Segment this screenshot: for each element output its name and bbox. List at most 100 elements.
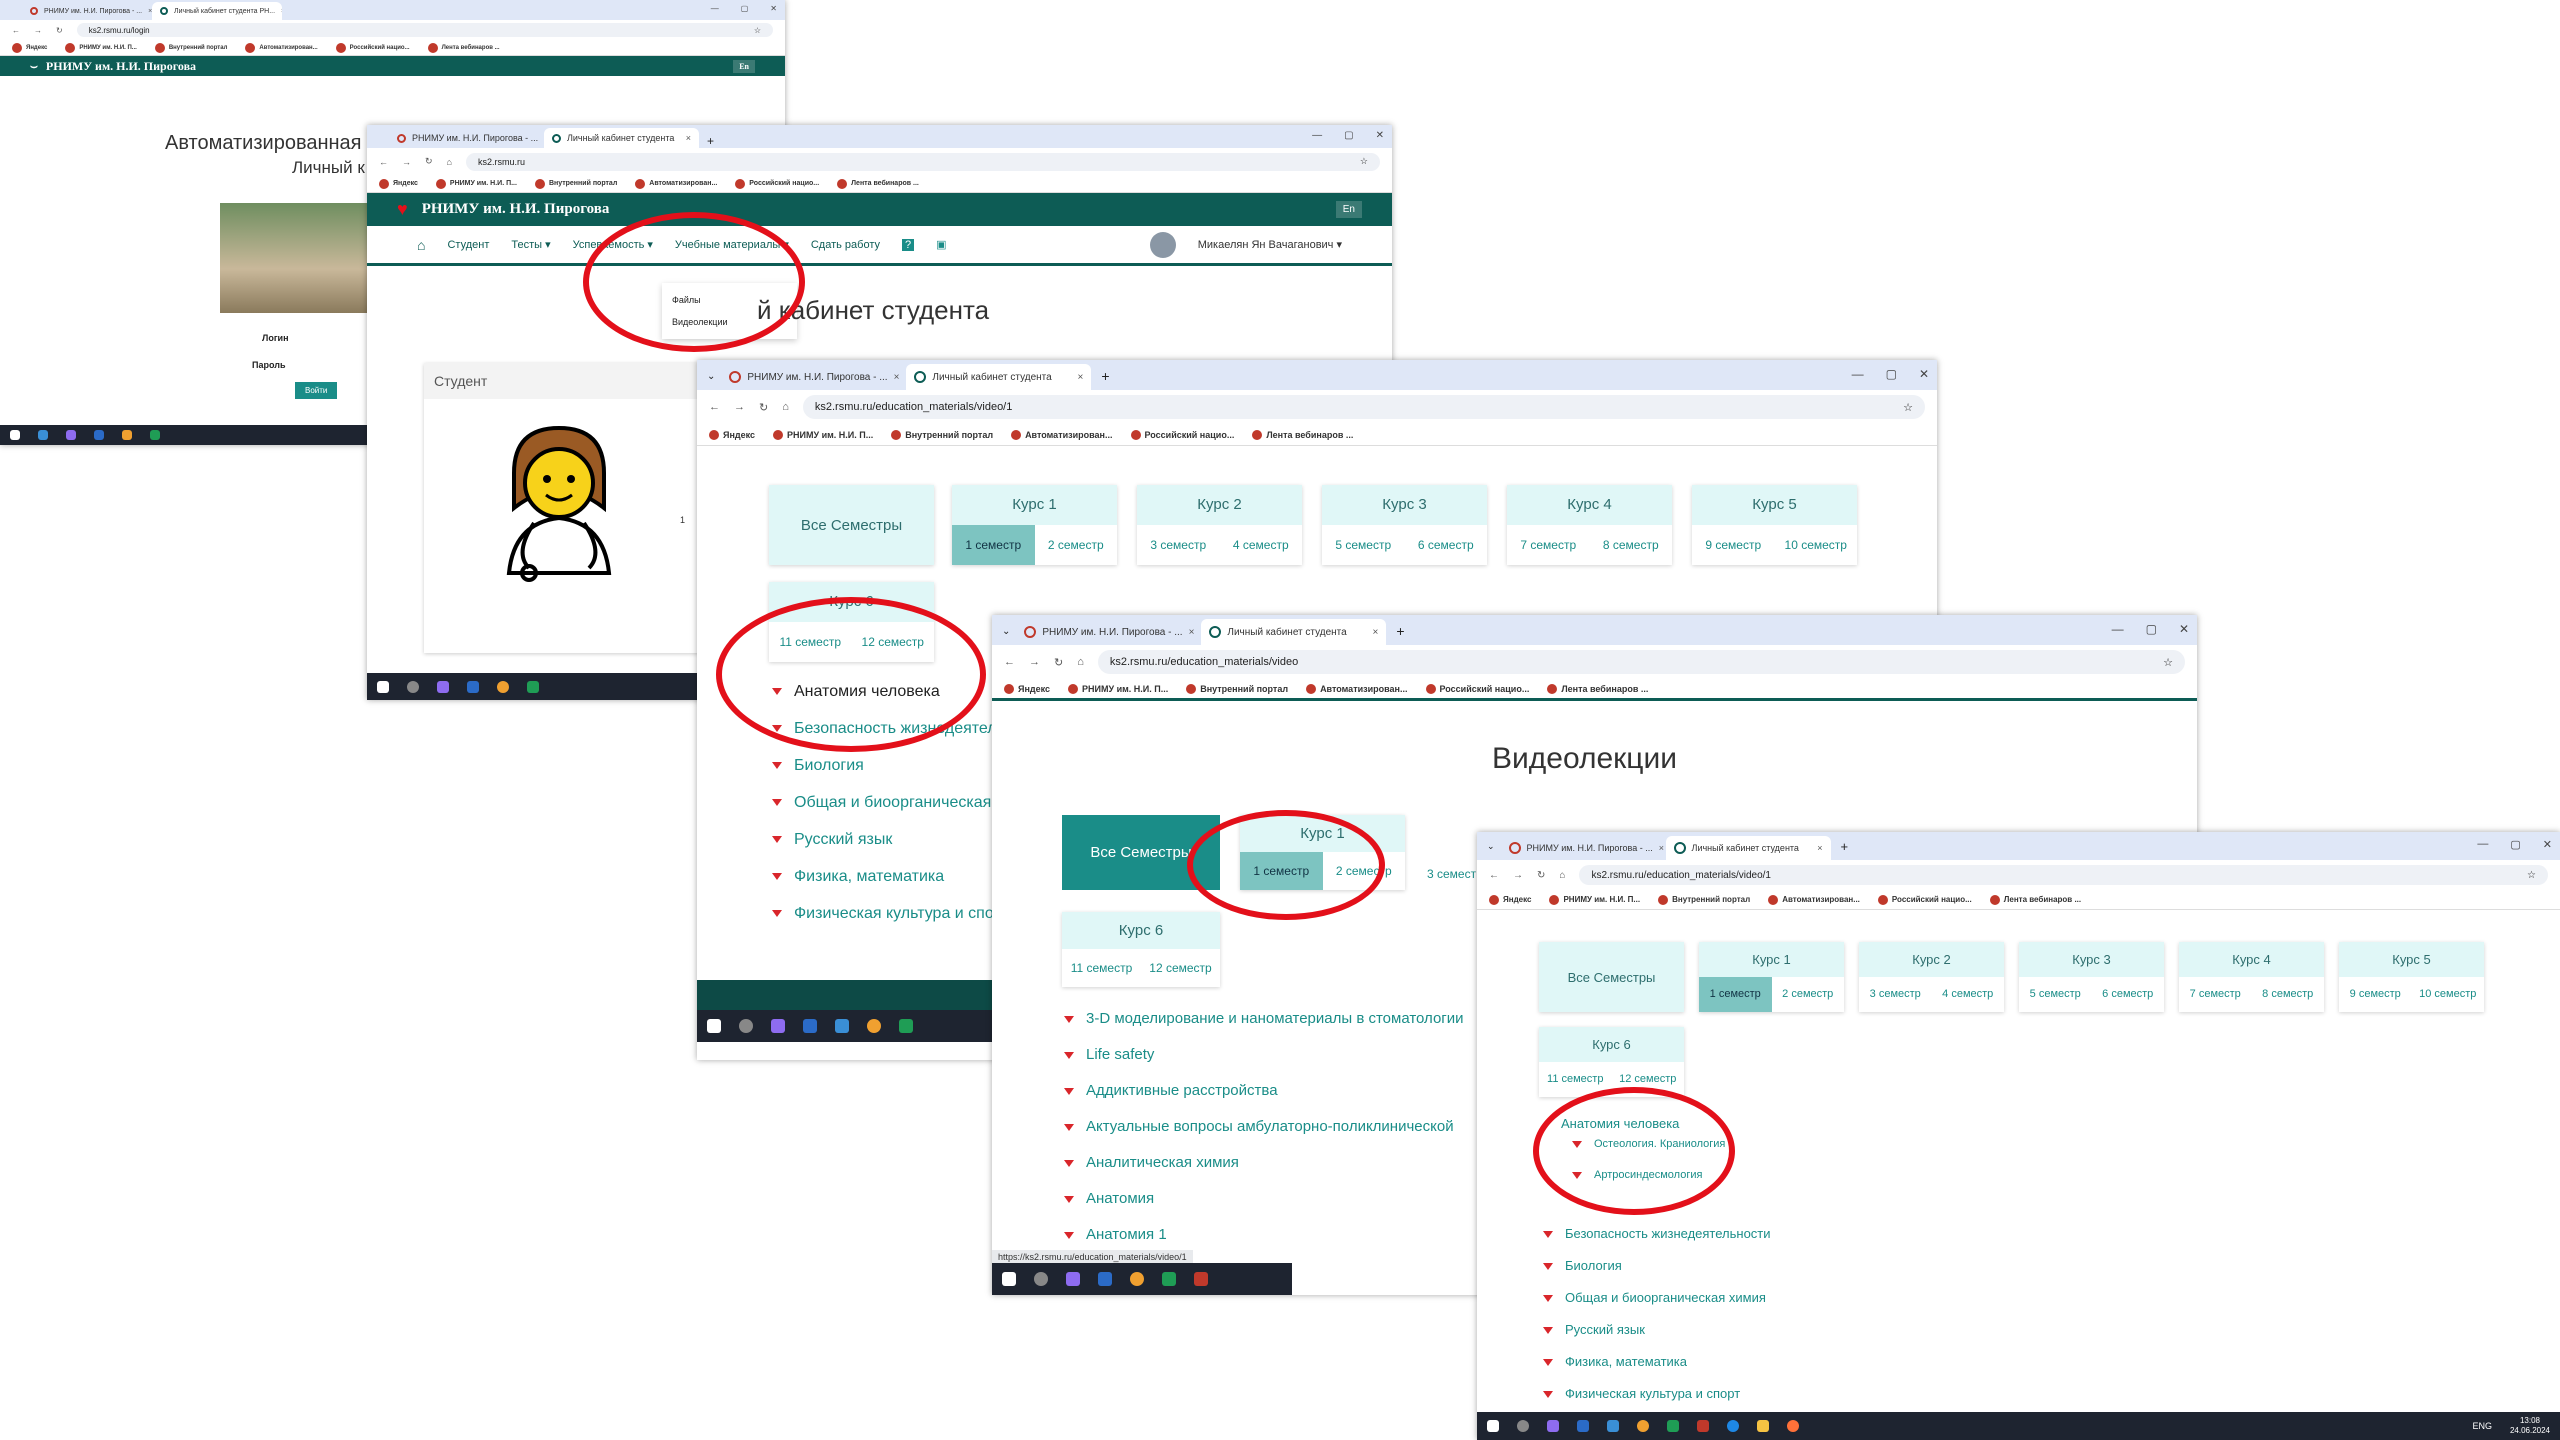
reload-icon[interactable]: ↻	[1054, 656, 1063, 669]
bookmark[interactable]: РНИМУ им. Н.И. П...	[1068, 683, 1168, 694]
bookmark[interactable]: Лента вебинаров ...	[1547, 683, 1648, 694]
windows-icon[interactable]	[1002, 1272, 1016, 1286]
user-menu[interactable]: Микаелян Ян Вачаганович ▾	[1198, 238, 1342, 251]
subject-item[interactable]: Физика, математика	[1543, 1354, 1687, 1369]
word-icon[interactable]	[467, 680, 479, 693]
bookmark[interactable]: Российский нацио...	[735, 178, 819, 189]
excel-icon[interactable]	[527, 680, 539, 693]
back-icon[interactable]: ←	[1004, 656, 1015, 668]
semester-link[interactable]: 1 семестр	[1699, 977, 1772, 1012]
semester-link[interactable]: 12 семестр	[1141, 949, 1220, 987]
star-icon[interactable]: ☆	[2163, 656, 2173, 669]
forward-icon[interactable]: →	[1029, 656, 1040, 668]
subject-item[interactable]: Общая и биоорганическая	[772, 794, 991, 812]
bookmark[interactable]: Лента вебинаров ...	[1989, 894, 2081, 905]
address-bar[interactable]: ks2.rsmu.ru/education_materials/video/1 ☆	[802, 395, 1925, 419]
home-icon[interactable]: ⌂	[417, 237, 425, 253]
excel-icon[interactable]	[1667, 1420, 1679, 1432]
app-icon[interactable]	[94, 430, 104, 440]
chrome-icon[interactable]	[497, 680, 509, 693]
nav-student[interactable]: Студент	[447, 239, 489, 251]
subject-item[interactable]: Аддиктивные расстройства	[1064, 1082, 1278, 1099]
bookmark[interactable]: РНИМУ им. Н.И. П...	[1549, 894, 1640, 905]
bookmark[interactable]: Автоматизирован...	[1306, 683, 1408, 694]
subject-item[interactable]: Русский язык	[772, 831, 892, 849]
reload-icon[interactable]: ↻	[759, 401, 768, 414]
address-bar[interactable]: ks2.rsmu.ru/education_materials/video ☆	[1097, 650, 2185, 674]
bookmark[interactable]: РНИМУ им. Н.И. П...	[65, 42, 137, 53]
semester-link[interactable]: 2 семестр	[1035, 525, 1118, 565]
semester-link[interactable]: 7 семестр	[2179, 977, 2252, 1012]
reload-icon[interactable]: ↻	[56, 26, 63, 35]
semester-link[interactable]: 1 семестр	[952, 525, 1035, 565]
subject-item[interactable]: Биология	[772, 757, 864, 775]
tray-clock[interactable]: 13:08 24.06.2024	[2510, 1416, 2550, 1436]
nav-tests[interactable]: Тесты ▾	[511, 238, 550, 251]
home-icon[interactable]: ⌂	[782, 401, 789, 413]
back-icon[interactable]: ←	[12, 26, 20, 35]
app-icon[interactable]	[1066, 1272, 1080, 1286]
subject-item[interactable]: Русский язык	[1543, 1322, 1645, 1337]
tab-cabinet[interactable]: Личный кабинет студента ×	[544, 128, 699, 148]
outlook-icon[interactable]	[835, 1019, 849, 1033]
help-icon[interactable]: ?	[901, 238, 915, 251]
bookmark[interactable]: Российский нацио...	[1877, 894, 1972, 905]
tab-cabinet[interactable]: Личный кабинет студента ×	[906, 364, 1092, 390]
tab-list-icon[interactable]: ⌄	[1002, 626, 1010, 637]
home-icon[interactable]: ⌂	[1559, 870, 1565, 881]
bookmark[interactable]: Российский нацио...	[335, 42, 410, 53]
windows-icon[interactable]	[707, 1019, 721, 1033]
windows-icon[interactable]	[377, 680, 389, 693]
tab-rsmu[interactable]: РНИМУ им. Н.И. Пирогова - ...×	[721, 364, 906, 390]
semester-link[interactable]: 11 семестр	[1062, 949, 1141, 987]
bookmark[interactable]: Автоматизирован...	[635, 178, 717, 189]
semester-link[interactable]: 6 семестр	[1405, 525, 1488, 565]
subject-item[interactable]: Анатомия	[1064, 1190, 1154, 1207]
bookmark[interactable]: Яндекс	[12, 42, 47, 53]
app-icon[interactable]	[66, 430, 76, 440]
semester-link[interactable]: 9 семестр	[2339, 977, 2412, 1012]
subject-item[interactable]: Физика, математика	[772, 868, 944, 886]
app-icon[interactable]	[771, 1019, 785, 1033]
app-icon[interactable]	[1547, 1420, 1559, 1432]
subject-item[interactable]: Безопасность жизнедеятельности	[1543, 1226, 1771, 1241]
subject-item[interactable]: Физическая культура и спо	[772, 905, 994, 923]
pdf-icon[interactable]	[1194, 1272, 1208, 1286]
avatar[interactable]	[1149, 231, 1176, 258]
chrome-icon[interactable]	[122, 430, 132, 440]
back-icon[interactable]: ←	[709, 401, 720, 413]
bookmark[interactable]: Внутренний портал	[154, 42, 227, 53]
tray-lang[interactable]: ENG	[2472, 1421, 2492, 1431]
semester-link[interactable]: 6 семестр	[2092, 977, 2165, 1012]
address-bar[interactable]: ks2.rsmu.ru/login ☆	[76, 23, 773, 37]
star-icon[interactable]: ☆	[2527, 870, 2536, 881]
star-icon[interactable]: ☆	[1360, 156, 1368, 167]
chat-icon[interactable]: ▣	[936, 238, 946, 251]
bookmark[interactable]: Российский нацио...	[1425, 683, 1529, 694]
bookmark[interactable]: Лента вебинаров ...	[1252, 429, 1353, 440]
all-semesters-button[interactable]: Все Семестры	[1539, 942, 1684, 1012]
lang-button[interactable]: En	[1335, 201, 1362, 218]
new-tab-icon[interactable]: +	[707, 134, 714, 148]
tab-rsmu[interactable]: РНИМУ им. Н.И. Пирогова - ...×	[22, 2, 152, 20]
bookmark[interactable]: Внутренний портал	[534, 178, 617, 189]
tab-cabinet[interactable]: Личный кабинет студента ×	[1201, 619, 1387, 645]
new-tab-icon[interactable]: +	[1396, 623, 1404, 639]
bookmark[interactable]: Внутренний портал	[891, 429, 993, 440]
subject-item[interactable]: Анатомия 1	[1064, 1226, 1167, 1243]
semester-link[interactable]: 5 семестр	[1322, 525, 1405, 565]
reload-icon[interactable]: ↻	[1537, 870, 1545, 881]
excel-icon[interactable]	[899, 1019, 913, 1033]
windows-icon[interactable]	[1487, 1420, 1499, 1432]
tab-list-icon[interactable]: ⌄	[707, 371, 715, 382]
bookmark[interactable]: Яндекс	[1004, 683, 1050, 694]
bookmark[interactable]: Яндекс	[379, 178, 418, 189]
home-icon[interactable]: ⌂	[447, 157, 452, 167]
semester-link[interactable]: 2 семестр	[1772, 977, 1845, 1012]
address-bar[interactable]: ks2.rsmu.ru/education_materials/video/1 ☆	[1579, 865, 2548, 885]
star-icon[interactable]: ☆	[754, 26, 761, 35]
bookmark[interactable]: Яндекс	[1489, 894, 1531, 905]
bookmark[interactable]: РНИМУ им. Н.И. П...	[773, 429, 873, 440]
subject-item[interactable]: Актуальные вопросы амбулаторно-поликлини…	[1064, 1118, 1454, 1135]
word-icon[interactable]	[1098, 1272, 1112, 1286]
